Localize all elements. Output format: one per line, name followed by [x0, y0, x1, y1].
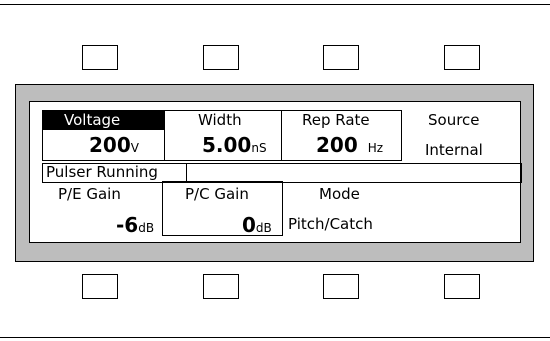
softkey-bottom-1[interactable] — [82, 274, 118, 299]
rep-rate-unit: Hz — [367, 141, 384, 155]
voltage-label: Voltage — [64, 111, 121, 129]
voltage-number: 200 — [89, 133, 131, 157]
rep-rate-value: 200 Hz — [316, 134, 383, 159]
mode-value: Pitch/Catch — [288, 215, 373, 233]
pc-gain-label: P/C Gain — [185, 185, 249, 203]
width-label: Width — [198, 111, 242, 129]
width-unit: nS — [251, 141, 267, 155]
voltage-value: 200V — [89, 134, 139, 159]
rep-rate-number: 200 — [316, 133, 358, 157]
status-bar — [186, 163, 522, 183]
softkey-top-2[interactable] — [203, 45, 239, 70]
pe-gain-value: -6dB — [116, 214, 154, 239]
pe-gain-unit: dB — [138, 221, 155, 235]
softkey-bottom-3[interactable] — [323, 274, 359, 299]
pe-gain-label: P/E Gain — [58, 185, 121, 203]
display-bezel: Voltage 200V Width 5.00nS Rep Rate 200 Hz… — [15, 84, 534, 262]
softkey-bottom-4[interactable] — [444, 274, 480, 299]
pc-gain-value: 0dB — [242, 214, 272, 239]
softkey-bottom-2[interactable] — [203, 274, 239, 299]
source-label: Source — [428, 111, 480, 129]
rep-rate-label: Rep Rate — [302, 111, 370, 129]
pe-gain-number: -6 — [116, 213, 139, 237]
status-text: Pulser Running — [46, 163, 158, 181]
softkey-top-1[interactable] — [82, 45, 118, 70]
pc-gain-number: 0 — [242, 213, 256, 237]
source-value: Internal — [425, 141, 483, 159]
pc-gain-unit: dB — [255, 221, 272, 235]
lcd-screen: Voltage 200V Width 5.00nS Rep Rate 200 Hz… — [29, 101, 522, 243]
softkey-top-4[interactable] — [444, 45, 480, 70]
top-rule — [0, 4, 550, 5]
mode-label: Mode — [319, 185, 360, 203]
width-number: 5.00 — [202, 133, 252, 157]
width-value: 5.00nS — [202, 134, 267, 159]
bottom-rule — [0, 337, 550, 338]
softkey-top-3[interactable] — [323, 45, 359, 70]
voltage-unit: V — [130, 141, 139, 155]
